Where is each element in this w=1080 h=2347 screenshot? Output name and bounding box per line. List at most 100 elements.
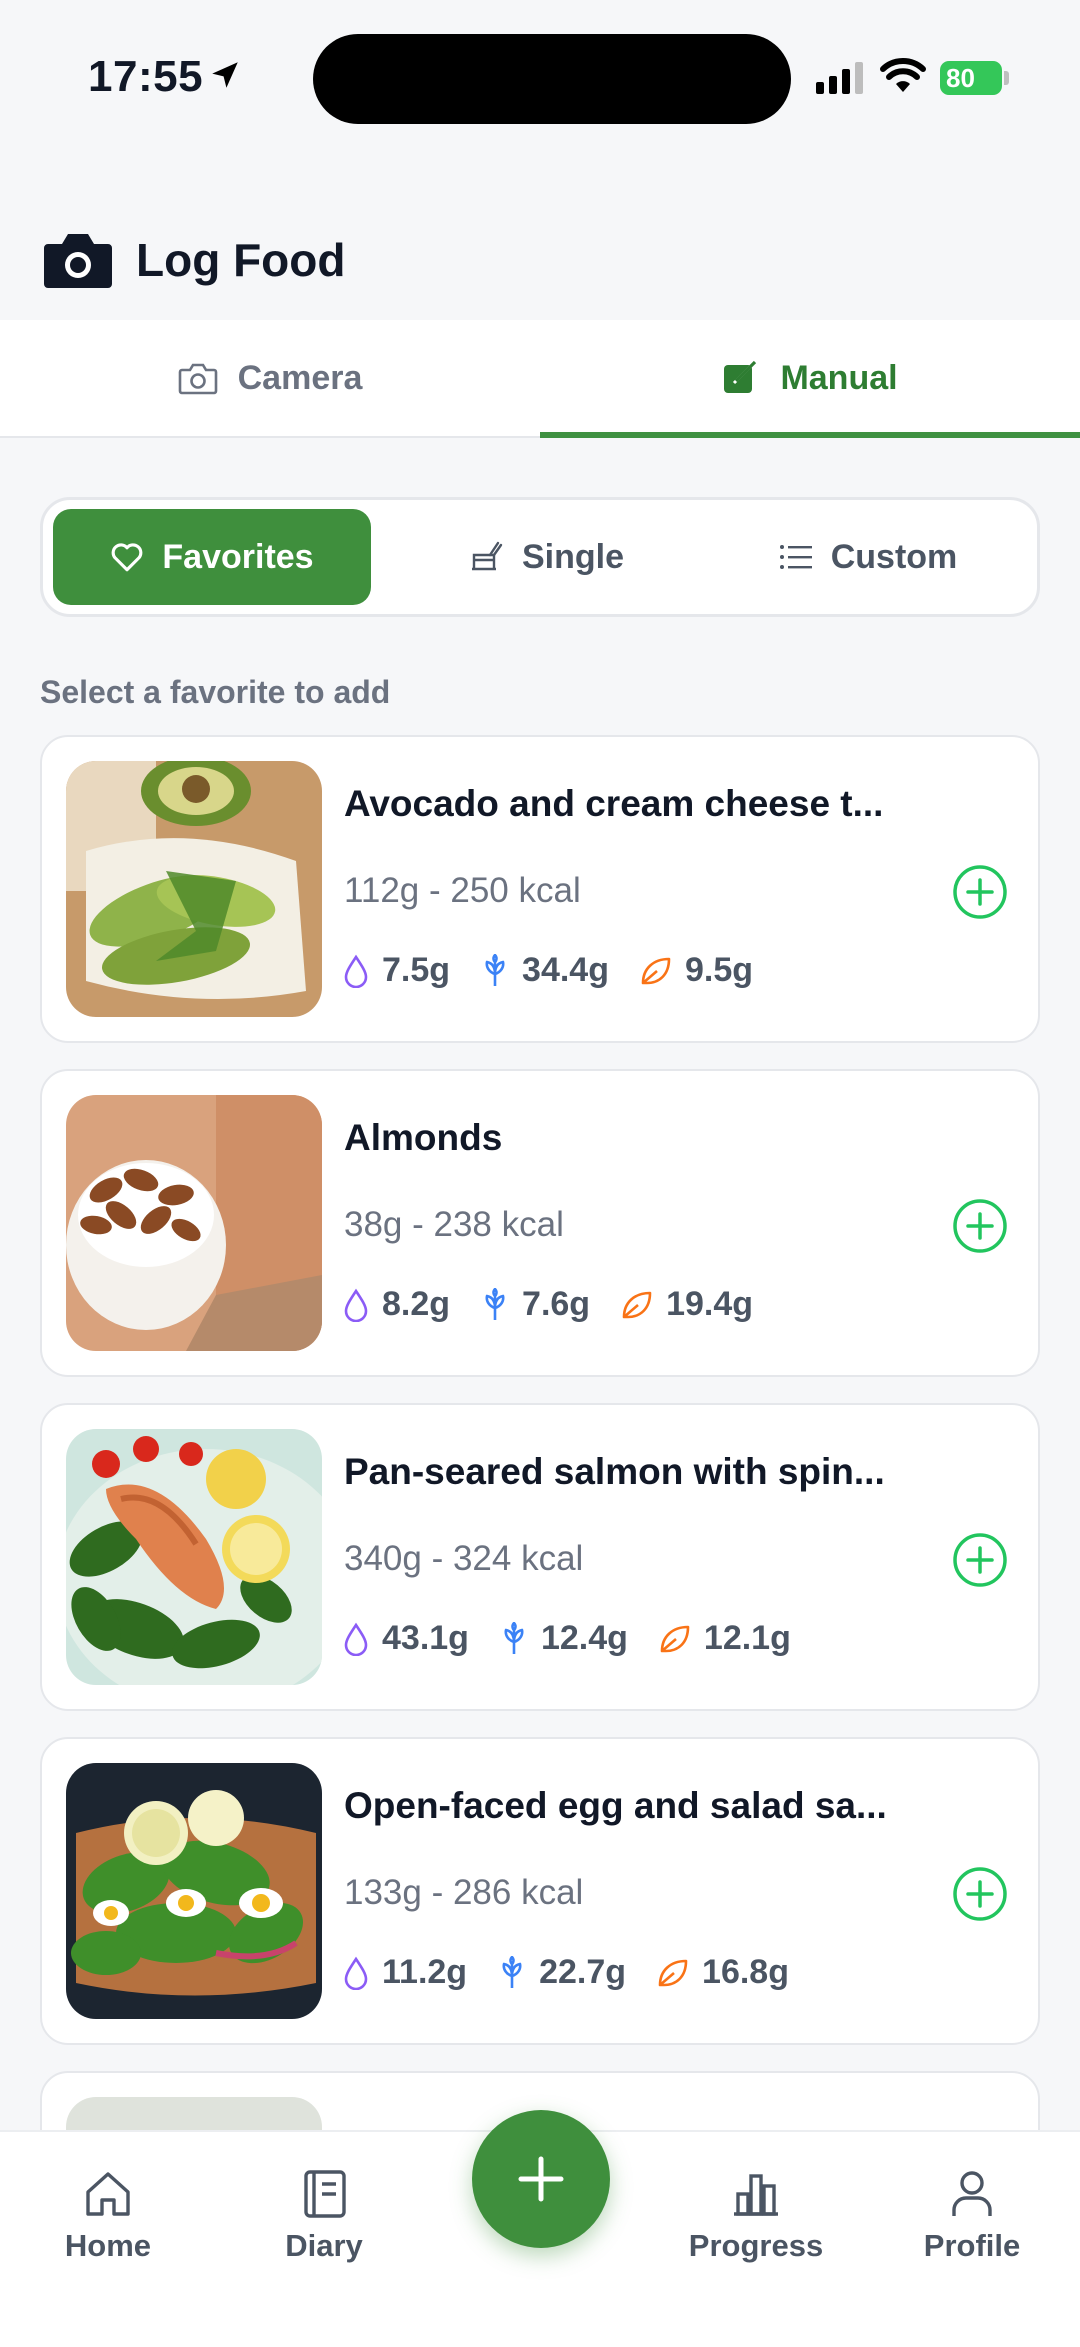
carbs-value: 22.7g (539, 1953, 627, 1991)
wifi-icon (880, 58, 926, 92)
diary-book-icon (304, 2170, 346, 2218)
macros-row: 7.5g 34.4g 9.5g (342, 951, 783, 990)
macros-row: 11.2g 22.7g 16.8g (342, 1953, 819, 1992)
add-food-button[interactable] (952, 1532, 1008, 1588)
carbs-wheat-icon (485, 1287, 505, 1320)
segment-custom-label: Custom (830, 537, 958, 576)
segment-single-label: Single (521, 537, 625, 576)
battery-tip (1004, 71, 1009, 85)
food-name: Pan-seared salmon with spin... (344, 1451, 885, 1492)
nav-diary[interactable]: Diary (244, 2168, 404, 2264)
page-title: Log Food (136, 234, 346, 286)
segment-favorites-label: Favorites (162, 537, 314, 576)
carbs-wheat-icon (485, 953, 505, 986)
carbs-macro: 34.4g (480, 951, 609, 990)
fat-macro: 19.4g (620, 1285, 753, 1324)
protein-drop-icon (344, 1956, 368, 1990)
nav-home-label: Home (64, 2228, 152, 2263)
nav-profile[interactable]: Profile (892, 2168, 1052, 2264)
heart-icon (112, 543, 143, 572)
tab-camera-label: Camera (237, 358, 363, 397)
macros-row: 8.2g 7.6g 19.4g (342, 1285, 783, 1324)
edit-note-icon (724, 360, 759, 393)
page-header: Log Food (0, 200, 1080, 320)
segment-single[interactable]: Single (387, 509, 705, 605)
carbs-value: 34.4g (522, 951, 609, 989)
carbs-wheat-icon (504, 1621, 524, 1654)
status-time: 17:55 (88, 52, 204, 101)
protein-value: 43.1g (382, 1619, 469, 1657)
food-thumbnail-salmon (66, 1429, 322, 1685)
dynamic-island (313, 34, 791, 124)
list-icon (779, 545, 812, 569)
fat-macro: 12.1g (658, 1619, 791, 1658)
segment-custom[interactable]: Custom (709, 509, 1027, 605)
carbs-wheat-icon (502, 1955, 522, 1988)
macros-row: 43.1g 12.4g 12.1g (342, 1619, 821, 1658)
status-bar: 17:55 80 (0, 0, 1080, 160)
nav-profile-label: Profile (923, 2228, 1021, 2263)
protein-macro: 8.2g (342, 1285, 450, 1324)
profile-person-icon (952, 2171, 992, 2216)
add-food-button[interactable] (952, 1198, 1008, 1254)
food-card[interactable]: Pan-seared salmon with spin... 340g - 32… (40, 1403, 1040, 1711)
battery-indicator: 80 (940, 61, 1002, 95)
nav-home[interactable]: Home (28, 2168, 188, 2264)
food-name: Avocado and cream cheese t... (344, 783, 884, 824)
food-thumbnail-almonds (66, 1095, 322, 1351)
location-arrow-icon (212, 62, 238, 88)
favorites-list: Avocado and cream cheese t... 112g - 250… (40, 735, 1040, 2217)
food-thumbnail-egg-salad (66, 1763, 322, 2019)
protein-macro: 43.1g (342, 1619, 469, 1658)
food-serving-calories: 112g - 250 kcal (344, 871, 581, 910)
protein-drop-icon (344, 1288, 368, 1322)
protein-value: 11.2g (382, 1953, 468, 1991)
fat-value: 12.1g (703, 1619, 791, 1657)
fat-leaf-icon (622, 1291, 652, 1318)
carbs-macro: 12.4g (499, 1619, 628, 1658)
nav-progress[interactable]: Progress (676, 2168, 836, 2264)
cellular-signal-icon (816, 62, 863, 94)
fat-value: 9.5g (685, 951, 754, 989)
food-name: Open-faced egg and salad sa... (344, 1785, 887, 1826)
plus-icon (518, 2156, 564, 2202)
fat-macro: 16.8g (656, 1953, 789, 1992)
tab-manual[interactable]: Manual (540, 320, 1080, 438)
protein-macro: 7.5g (342, 951, 450, 990)
add-food-button[interactable] (952, 1866, 1008, 1922)
carbs-macro: 22.7g (497, 1953, 626, 1992)
fat-value: 19.4g (666, 1285, 754, 1323)
food-icon (471, 541, 503, 571)
protein-drop-icon (344, 954, 368, 988)
food-card[interactable]: Open-faced egg and salad sa... 133g - 28… (40, 1737, 1040, 2045)
food-card[interactable]: Avocado and cream cheese t... 112g - 250… (40, 735, 1040, 1043)
carbs-value: 7.6g (522, 1285, 591, 1323)
camera-outline-icon (178, 363, 217, 395)
food-name: Almonds (344, 1117, 503, 1158)
nav-diary-label: Diary (285, 2228, 363, 2263)
carbs-macro: 7.6g (480, 1285, 590, 1324)
mode-tabs: Camera Manual (0, 320, 1080, 438)
fat-leaf-icon (660, 1625, 690, 1652)
add-floating-button[interactable] (472, 2110, 610, 2248)
fat-leaf-icon (658, 1959, 688, 1986)
protein-value: 8.2g (382, 1285, 451, 1323)
log-type-segmented-control: Favorites Single Custom (40, 497, 1040, 617)
battery-level: 80 (946, 62, 975, 93)
tab-manual-label: Manual (780, 358, 898, 397)
add-food-button[interactable] (952, 864, 1008, 920)
protein-macro: 11.2g (342, 1953, 467, 1992)
food-thumbnail-avocado-toast (66, 761, 322, 1017)
segment-favorites[interactable]: Favorites (53, 509, 371, 605)
home-icon (86, 2172, 130, 2216)
food-card[interactable]: Almonds 38g - 238 kcal 8.2g 7.6g 19.4g (40, 1069, 1040, 1377)
food-serving-calories: 340g - 324 kcal (344, 1539, 584, 1578)
tab-camera[interactable]: Camera (0, 320, 540, 436)
bar-chart-icon (734, 2174, 778, 2216)
camera-icon (44, 234, 112, 288)
fat-leaf-icon (641, 957, 671, 984)
food-serving-calories: 133g - 286 kcal (344, 1873, 584, 1912)
protein-drop-icon (344, 1622, 368, 1656)
fat-macro: 9.5g (639, 951, 753, 990)
carbs-value: 12.4g (540, 1619, 628, 1657)
